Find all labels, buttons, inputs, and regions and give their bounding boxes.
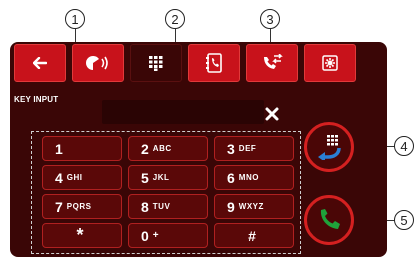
- callout-4: 4: [394, 136, 414, 156]
- key-input-field[interactable]: [102, 100, 264, 124]
- key-star[interactable]: *: [42, 223, 122, 248]
- keypad: 1 2 ABC 3 DEF 4 GHI 5 JKL 6 MNO 7 PQRS 8 TUV 9W…: [31, 131, 301, 254]
- phone-icon: [320, 209, 340, 229]
- key-6[interactable]: 6 MNO: [214, 165, 294, 190]
- key-1[interactable]: 1: [42, 136, 122, 161]
- close-icon: [265, 107, 279, 121]
- phonebook-icon: [206, 53, 222, 73]
- door-release-button[interactable]: [72, 44, 124, 82]
- key-4[interactable]: 4 GHI: [42, 165, 122, 190]
- key-5[interactable]: 5 JKL: [128, 165, 208, 190]
- toolbar: [12, 44, 385, 84]
- intercom-screen: KEY INPUT 1 2 ABC 3 DEF 4 GHI 5 JKL 6 MNO 7 PQ…: [10, 42, 387, 257]
- transfer-button[interactable]: [304, 122, 354, 172]
- back-arrow-icon: [33, 57, 47, 69]
- keypad-button[interactable]: [130, 44, 182, 82]
- settings-button[interactable]: [304, 44, 356, 82]
- key-hash[interactable]: #: [214, 223, 294, 248]
- call-button[interactable]: [304, 195, 354, 245]
- clear-button[interactable]: [264, 106, 280, 122]
- call-transfer-icon: [318, 135, 341, 160]
- door-release-icon: [86, 55, 108, 70]
- key-8[interactable]: 8 TUV: [128, 194, 208, 219]
- key-input-label: KEY INPUT: [14, 95, 59, 104]
- callout-2: 2: [165, 9, 185, 29]
- keypad-icon: [149, 56, 163, 71]
- key-9[interactable]: 9 WXYZ: [214, 194, 294, 219]
- phonebook-button[interactable]: [188, 44, 240, 82]
- key-2[interactable]: 2 ABC: [128, 136, 208, 161]
- key-7[interactable]: 7 PQRS: [42, 194, 122, 219]
- call-log-icon: [264, 54, 283, 69]
- callout-3: 3: [260, 9, 280, 29]
- callout-5: 5: [394, 210, 414, 230]
- key-0[interactable]: 0 +: [128, 223, 208, 248]
- call-log-button[interactable]: [246, 44, 298, 82]
- settings-icon: [322, 55, 338, 71]
- back-button[interactable]: [14, 44, 66, 82]
- callout-1: 1: [65, 9, 85, 29]
- key-3[interactable]: 3 DEF: [214, 136, 294, 161]
